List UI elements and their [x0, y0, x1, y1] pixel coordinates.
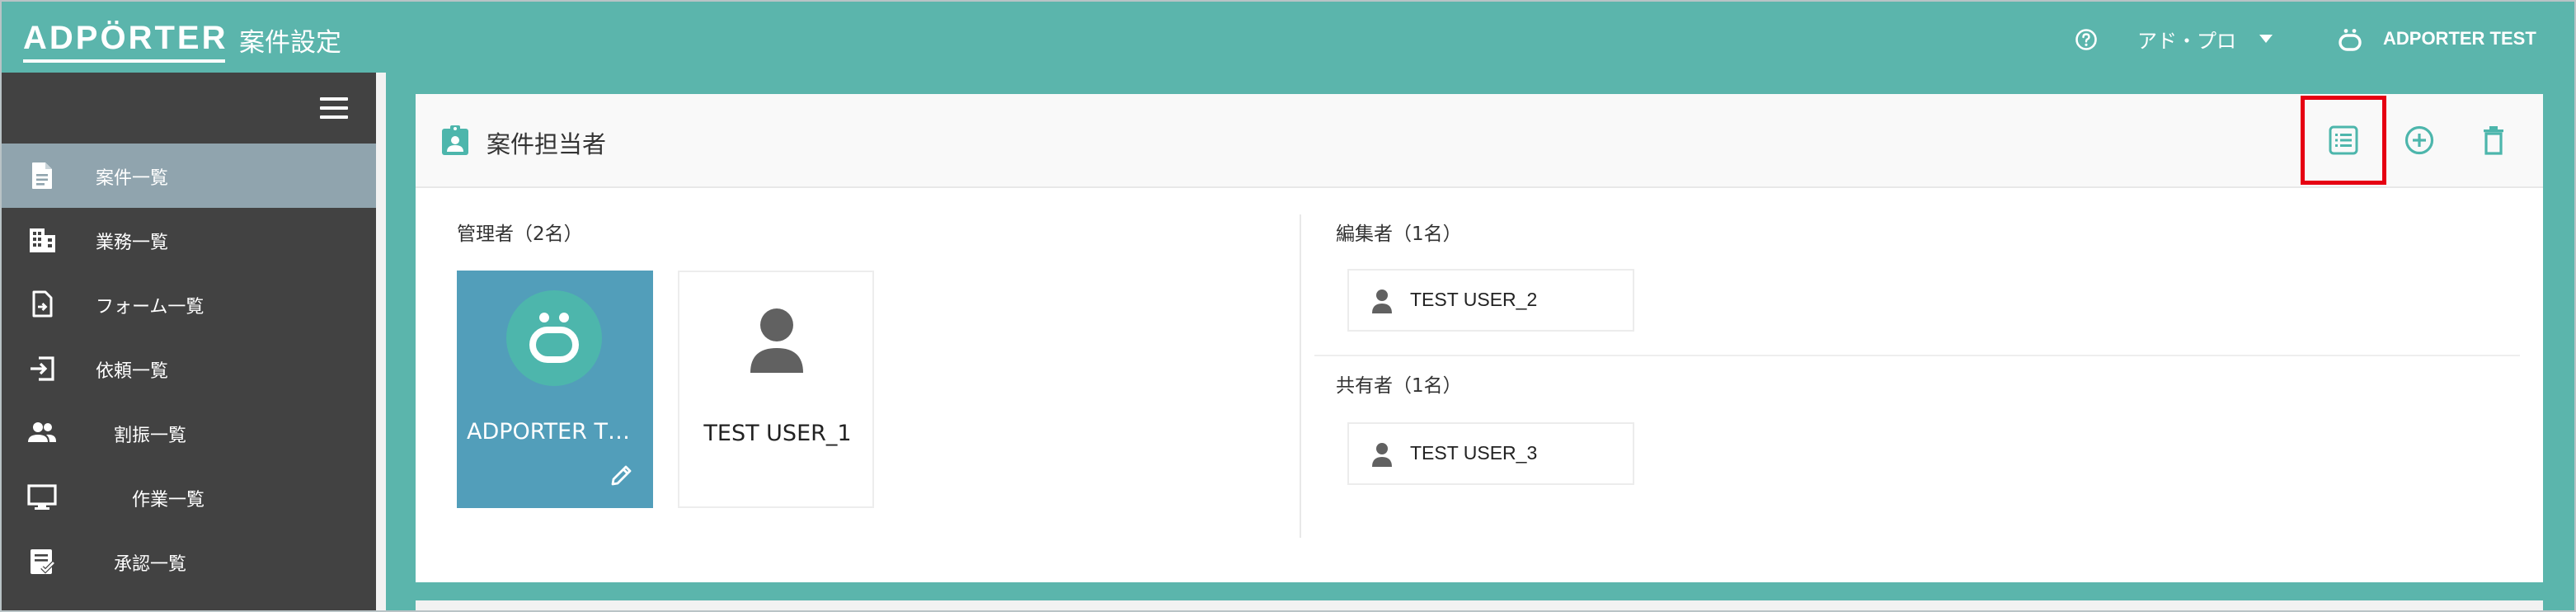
row-divider — [1314, 355, 2520, 356]
building-icon — [30, 228, 55, 252]
page-title: 案件設定 — [239, 28, 341, 58]
org-selector[interactable]: アド・プロ — [2137, 25, 2236, 54]
sidebar-item-label: 承認一覧 — [114, 554, 187, 575]
manager-tile[interactable]: TEST USER_1 — [678, 271, 874, 508]
request-enter-icon — [31, 356, 54, 381]
monitor-icon — [27, 484, 57, 510]
managers-label: 管理者（2名） — [457, 224, 583, 245]
trash-icon[interactable] — [2477, 124, 2510, 157]
member-name: TEST USER_2 — [1410, 289, 1538, 310]
logo-underline — [23, 59, 225, 63]
sharer-chip[interactable]: TEST USER_3 — [1347, 422, 1634, 485]
hamburger-menu-icon[interactable] — [320, 97, 348, 119]
sharers-label: 共有者（1名） — [1336, 375, 1462, 397]
sidebar-item-requests[interactable]: 依頼一覧 — [2, 337, 376, 401]
sidebar-item-approvals[interactable]: 承認一覧 — [2, 530, 376, 594]
project-members-card: 案件担当者 管理者（2名） ADPORTER TES... TEST USER_… — [416, 94, 2543, 582]
sidebar-item-projects[interactable]: 案件一覧 — [2, 144, 376, 208]
people-icon — [28, 422, 56, 442]
editor-chip[interactable]: TEST USER_2 — [1347, 269, 1634, 332]
app-logo[interactable]: ADPÖRTER — [23, 20, 228, 57]
approval-icon — [31, 549, 55, 574]
chevron-down-icon[interactable] — [2259, 35, 2273, 43]
card-title: 案件担当者 — [487, 130, 607, 158]
sidebar-item-label: 業務一覧 — [96, 233, 169, 253]
column-divider — [1300, 214, 1301, 538]
help-circle-icon[interactable] — [2075, 28, 2098, 51]
member-name: TEST USER_3 — [1410, 442, 1538, 464]
add-circle-icon[interactable] — [2403, 124, 2436, 157]
adporter-mascot-icon[interactable] — [2337, 26, 2363, 53]
assignment-person-icon — [442, 125, 468, 155]
user-name[interactable]: ADPORTER TEST — [2383, 28, 2536, 49]
member-name: TEST USER_1 — [703, 421, 852, 446]
pencil-edit-icon[interactable] — [609, 462, 635, 488]
editors-label: 編集者（1名） — [1336, 224, 1462, 245]
adporter-mascot-icon — [506, 290, 602, 386]
document-icon — [32, 162, 52, 189]
sidebar-item-label: フォーム一覧 — [96, 297, 204, 318]
sidebar-item-forms[interactable]: フォーム一覧 — [2, 272, 376, 337]
sidebar-item-label: 依頼一覧 — [96, 361, 169, 382]
sidebar-item-work[interactable]: 作業一覧 — [2, 465, 376, 530]
sidebar-item-label: 案件一覧 — [96, 168, 169, 189]
sidebar-item-assignments[interactable]: 割振一覧 — [2, 401, 376, 465]
sidebar: 案件一覧 業務一覧 フォーム一覧 依頼一覧 割振一覧 作業一覧 承認一覧 — [2, 73, 376, 610]
person-icon — [750, 308, 803, 373]
sidebar-item-label: 作業一覧 — [132, 490, 205, 511]
app-header: ADPÖRTER 案件設定 アド・プロ ADPORTER TEST — [2, 2, 2574, 73]
sidebar-item-label: 割振一覧 — [114, 426, 187, 446]
next-card-edge — [416, 600, 2543, 610]
member-name: ADPORTER TES... — [467, 419, 653, 445]
sidebar-item-tasks[interactable]: 業務一覧 — [2, 208, 376, 272]
list-icon[interactable] — [2327, 124, 2360, 157]
sidebar-divider — [376, 73, 386, 610]
manager-tile[interactable]: ADPORTER TES... — [457, 271, 653, 508]
card-header: 案件担当者 — [416, 94, 2543, 188]
person-icon — [1372, 443, 1392, 467]
person-icon — [1372, 290, 1392, 313]
form-file-icon — [32, 290, 53, 318]
